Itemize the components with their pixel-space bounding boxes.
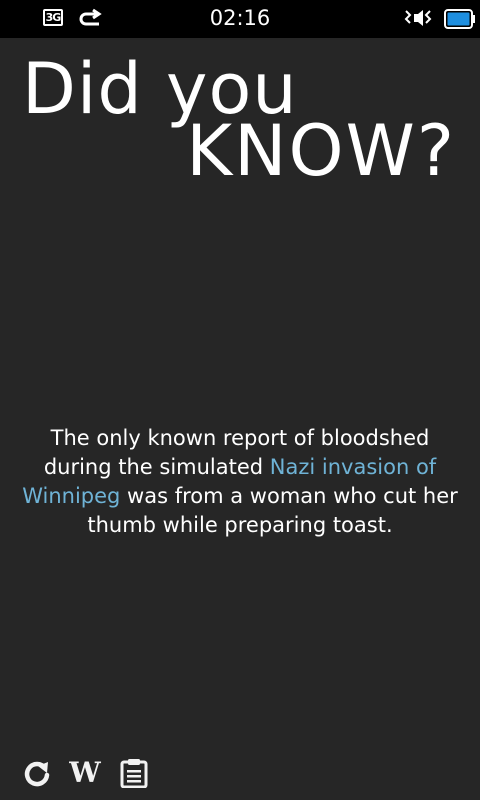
fact-text: The only known report of bloodshed durin… xyxy=(18,424,462,540)
wikipedia-button[interactable]: W xyxy=(67,758,103,788)
title-know: KNOW? xyxy=(186,110,456,192)
status-bar: 3G 02:16 xyxy=(0,0,480,38)
bottom-toolbar: W xyxy=(0,744,480,800)
vibrate-icon xyxy=(404,10,432,26)
refresh-icon[interactable] xyxy=(22,758,52,788)
clipboard-icon[interactable] xyxy=(119,758,149,788)
fact-text-after: was from a woman who cut her thumb while… xyxy=(87,484,458,537)
battery-icon xyxy=(444,9,475,29)
